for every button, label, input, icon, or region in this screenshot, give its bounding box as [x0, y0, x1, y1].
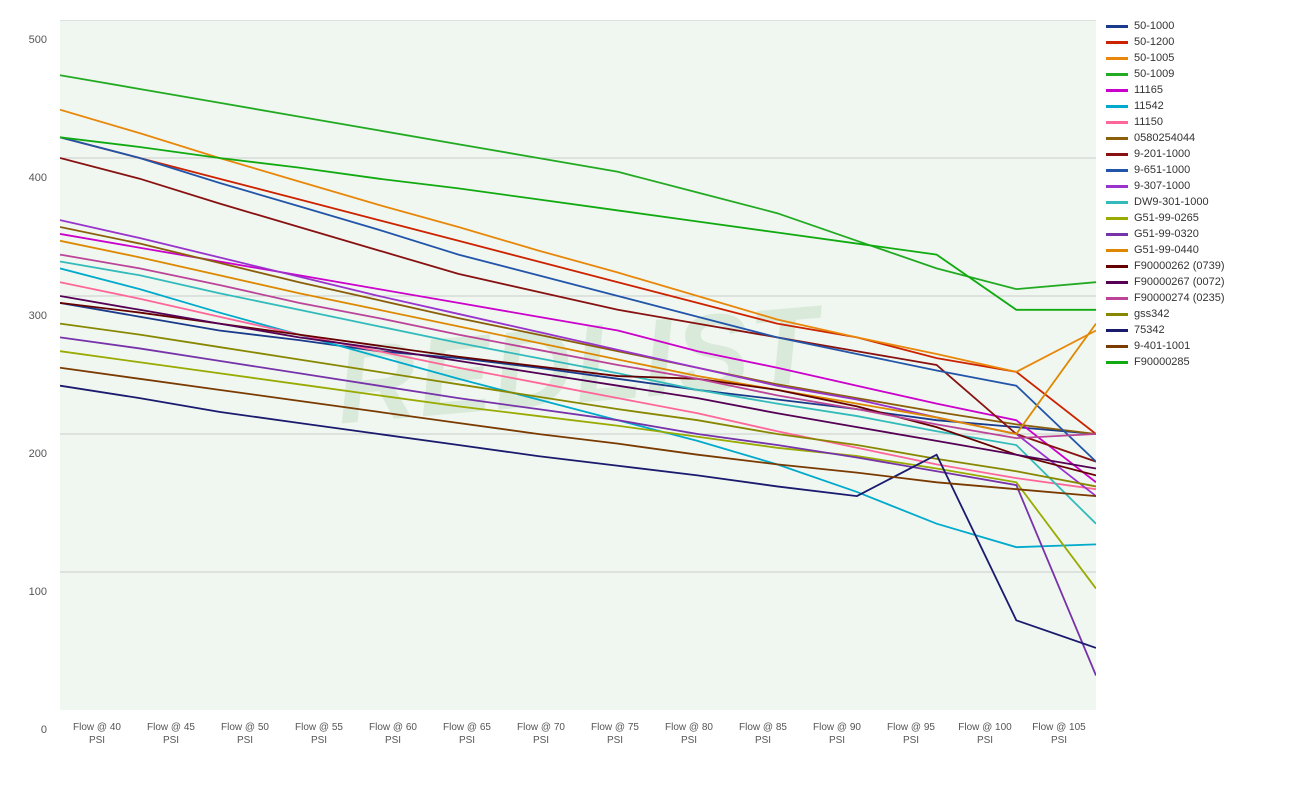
- legend-color: [1106, 233, 1128, 236]
- y-axis-label: 100: [29, 586, 47, 598]
- legend-color: [1106, 265, 1128, 268]
- legend-color: [1106, 281, 1128, 284]
- legend-item: 75342: [1106, 324, 1291, 336]
- legend-item: F90000285: [1106, 356, 1291, 368]
- legend-label: F90000262 (0739): [1134, 260, 1225, 272]
- legend-item: 9-401-1001: [1106, 340, 1291, 352]
- chart-svg: [60, 20, 1096, 710]
- legend: 50-1000 50-1200 50-1005 50-1009 11165 11542 11…: [1106, 20, 1291, 372]
- x-axis-label: Flow @ 100PSI: [948, 721, 1022, 747]
- legend-color: [1106, 169, 1128, 172]
- x-axis-label: Flow @ 85PSI: [726, 721, 800, 747]
- legend-label: 11165: [1134, 84, 1163, 96]
- x-axis-label: Flow @ 75PSI: [578, 721, 652, 747]
- legend-color: [1106, 217, 1128, 220]
- legend-label: F90000285: [1134, 356, 1190, 368]
- legend-color: [1106, 73, 1128, 76]
- y-axis: 5004003002001000: [0, 20, 55, 710]
- legend-item: 50-1200: [1106, 36, 1291, 48]
- legend-item: 9-651-1000: [1106, 164, 1291, 176]
- legend-label: F90000267 (0072): [1134, 276, 1225, 288]
- legend-item: 11542: [1106, 100, 1291, 112]
- legend-label: 50-1009: [1134, 68, 1174, 80]
- legend-label: 11150: [1134, 116, 1163, 128]
- legend-color: [1106, 105, 1128, 108]
- legend-label: F90000274 (0235): [1134, 292, 1225, 304]
- legend-label: 9-201-1000: [1134, 148, 1190, 160]
- legend-label: G51-99-0320: [1134, 228, 1199, 240]
- x-axis-label: Flow @ 95PSI: [874, 721, 948, 747]
- legend-label: gss342: [1134, 308, 1169, 320]
- x-axis-label: Flow @ 55PSI: [282, 721, 356, 747]
- legend-color: [1106, 361, 1128, 364]
- legend-item: G51-99-0320: [1106, 228, 1291, 240]
- legend-color: [1106, 25, 1128, 28]
- legend-item: 9-201-1000: [1106, 148, 1291, 160]
- legend-color: [1106, 57, 1128, 60]
- x-axis: Flow @ 40PSIFlow @ 45PSIFlow @ 50PSIFlow…: [60, 715, 1096, 800]
- legend-color: [1106, 345, 1128, 348]
- legend-item: 50-1009: [1106, 68, 1291, 80]
- legend-item: 11150: [1106, 116, 1291, 128]
- x-axis-label: Flow @ 50PSI: [208, 721, 282, 747]
- legend-item: 50-1005: [1106, 52, 1291, 64]
- legend-label: 50-1000: [1134, 20, 1174, 32]
- y-axis-label: 0: [41, 724, 47, 736]
- chart-area: REDLIST: [60, 20, 1096, 710]
- legend-label: 50-1200: [1134, 36, 1174, 48]
- legend-color: [1106, 121, 1128, 124]
- legend-color: [1106, 153, 1128, 156]
- x-axis-label: Flow @ 105PSI: [1022, 721, 1096, 747]
- legend-label: 9-307-1000: [1134, 180, 1190, 192]
- legend-color: [1106, 297, 1128, 300]
- legend-label: G51-99-0265: [1134, 212, 1199, 224]
- x-axis-label: Flow @ 45PSI: [134, 721, 208, 747]
- legend-item: 11165: [1106, 84, 1291, 96]
- legend-color: [1106, 313, 1128, 316]
- legend-label: 11542: [1134, 100, 1164, 112]
- x-axis-label: Flow @ 90PSI: [800, 721, 874, 747]
- legend-item: 9-307-1000: [1106, 180, 1291, 192]
- legend-label: 75342: [1134, 324, 1165, 336]
- legend-label: 9-651-1000: [1134, 164, 1190, 176]
- legend-label: 9-401-1001: [1134, 340, 1190, 352]
- legend-item: DW9-301-1000: [1106, 196, 1291, 208]
- legend-item: F90000262 (0739): [1106, 260, 1291, 272]
- legend-color: [1106, 185, 1128, 188]
- legend-color: [1106, 249, 1128, 252]
- y-axis-label: 200: [29, 448, 47, 460]
- legend-color: [1106, 329, 1128, 332]
- y-axis-label: 500: [29, 34, 47, 46]
- legend-item: F90000274 (0235): [1106, 292, 1291, 304]
- legend-item: 0580254044: [1106, 132, 1291, 144]
- legend-label: 0580254044: [1134, 132, 1195, 144]
- legend-color: [1106, 137, 1128, 140]
- y-axis-label: 400: [29, 172, 47, 184]
- legend-color: [1106, 201, 1128, 204]
- legend-color: [1106, 89, 1128, 92]
- legend-label: DW9-301-1000: [1134, 196, 1209, 208]
- x-axis-label: Flow @ 65PSI: [430, 721, 504, 747]
- x-axis-label: Flow @ 70PSI: [504, 721, 578, 747]
- legend-item: G51-99-0440: [1106, 244, 1291, 256]
- chart-container: 5004003002001000 REDLIST Flow @ 40PSIFlo…: [0, 0, 1296, 800]
- legend-item: 50-1000: [1106, 20, 1291, 32]
- legend-item: G51-99-0265: [1106, 212, 1291, 224]
- legend-label: G51-99-0440: [1134, 244, 1199, 256]
- y-axis-label: 300: [29, 310, 47, 322]
- legend-item: F90000267 (0072): [1106, 276, 1291, 288]
- x-axis-label: Flow @ 40PSI: [60, 721, 134, 747]
- legend-item: gss342: [1106, 308, 1291, 320]
- legend-color: [1106, 41, 1128, 44]
- legend-label: 50-1005: [1134, 52, 1174, 64]
- x-axis-label: Flow @ 60PSI: [356, 721, 430, 747]
- x-axis-label: Flow @ 80PSI: [652, 721, 726, 747]
